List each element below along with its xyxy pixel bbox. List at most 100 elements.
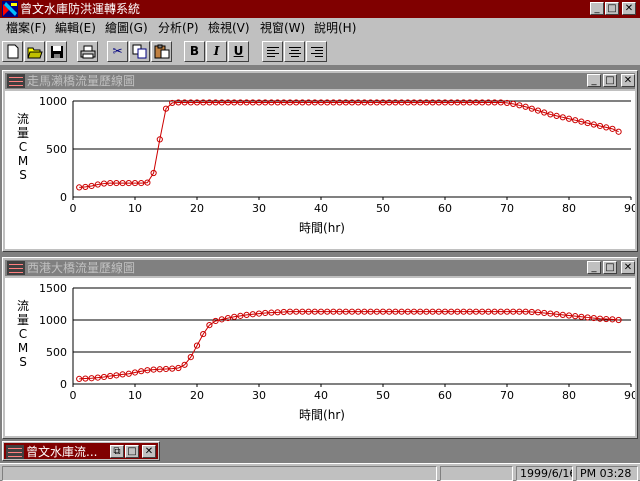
status-bar: 1999/6/16 PM 03:28 (0, 463, 640, 481)
status-panel-message (2, 466, 437, 481)
x-tick-label: 10 (128, 202, 142, 215)
x-tick-label: 50 (376, 202, 390, 215)
open-folder-icon (26, 47, 43, 59)
x-tick-label: 0 (70, 202, 77, 215)
italic-icon: I (213, 44, 220, 58)
minimized-window[interactable]: 曾文水庫流... ⧉ □ ✕ (2, 441, 160, 461)
chart-window-1-title-bar[interactable]: 走馬瀨橋流量歷線圖 _ □ ✕ (5, 73, 635, 89)
app-maximize-button[interactable]: □ (605, 2, 619, 15)
x-tick-label: 80 (562, 389, 576, 402)
chart-window-1: 走馬瀨橋流量歷線圖 _ □ ✕ 0 500 1000 0 10 20 30 40 50 60 70 8… (2, 70, 638, 252)
x-tick-label: 30 (252, 202, 266, 215)
open-button[interactable] (24, 41, 45, 62)
chart-window-icon[interactable] (7, 261, 25, 275)
scissors-icon: ✂ (112, 44, 123, 58)
y-tick-label: 500 (46, 143, 67, 156)
print-button[interactable] (77, 41, 98, 62)
menu-analysis[interactable]: 分析(P) (158, 21, 199, 35)
paste-button[interactable] (151, 41, 172, 62)
x-tick-label: 60 (438, 202, 452, 215)
bold-button[interactable]: B (184, 41, 205, 62)
x-tick-label: 20 (190, 389, 204, 402)
close-icon: ✕ (624, 3, 634, 14)
align-center-icon (288, 47, 301, 57)
maximize-icon: □ (605, 262, 615, 273)
bold-icon: B (189, 44, 200, 58)
new-file-icon (7, 44, 18, 59)
y-axis-label: 流量 C M S (17, 112, 29, 182)
y-axis-label: 流量 C M S (17, 299, 29, 369)
x-tick-label: 80 (562, 202, 576, 215)
align-left-icon (266, 47, 279, 57)
x-tick-label: 20 (190, 202, 204, 215)
flow-chart-1: 0 500 1000 0 10 20 30 40 50 60 70 80 90 時間(hr) 流量 C M S (17, 95, 635, 235)
minimized-window-close-button[interactable]: ✕ (142, 445, 156, 458)
x-tick-label: 50 (376, 389, 390, 402)
app-minimize-button[interactable]: _ (590, 2, 604, 15)
x-tick-label: 0 (70, 389, 77, 402)
chart-window-icon[interactable] (7, 74, 25, 88)
underline-button[interactable]: U (228, 41, 249, 62)
x-tick-label: 70 (500, 202, 514, 215)
restore-icon: ⧉ (113, 446, 121, 457)
app-close-button[interactable]: ✕ (622, 2, 636, 15)
close-icon: ✕ (623, 75, 633, 86)
maximize-icon: □ (607, 3, 617, 14)
chart-window-2-close-button[interactable]: ✕ (621, 261, 635, 274)
save-icon (50, 46, 63, 58)
cut-button[interactable]: ✂ (107, 41, 128, 62)
chart-window-2-title: 西港大橋流量歷線圖 (27, 261, 136, 275)
chart-window-1-plot-area: 0 500 1000 0 10 20 30 40 50 60 70 80 90 時間(hr) 流量 C M S (5, 91, 635, 249)
minimize-icon: _ (591, 75, 597, 86)
toolbar: ✂ B I U (0, 38, 640, 66)
chart-window-2-minimize-button[interactable]: _ (587, 261, 601, 274)
align-left-button[interactable] (262, 41, 283, 62)
status-date: 1999/6/16 (516, 466, 573, 481)
chart-window-2-plot-area: 0 500 1000 1500 0 10 20 30 40 50 60 70 80 90 時間(hr) 流量 C… (5, 278, 635, 436)
y-tick-label: 1000 (39, 314, 67, 327)
close-icon: ✕ (144, 446, 154, 457)
flow-chart-2: 0 500 1000 1500 0 10 20 30 40 50 60 70 80 90 時間(hr) 流量 C… (17, 282, 635, 422)
x-axis-label: 時間(hr) (299, 221, 345, 235)
status-time: PM 03:28 (576, 466, 638, 481)
x-tick-label: 30 (252, 389, 266, 402)
copy-icon (132, 44, 146, 59)
status-panel-blank (440, 466, 513, 481)
underline-icon: U (233, 44, 244, 58)
y-tick-label: 1000 (39, 95, 67, 108)
y-tick-label: 500 (46, 346, 67, 359)
x-tick-label: 60 (438, 389, 452, 402)
app-system-menu-icon[interactable] (2, 1, 18, 17)
minimized-window-maximize-button[interactable]: □ (125, 445, 139, 458)
menu-graph[interactable]: 繪圖(G) (105, 21, 148, 35)
close-icon: ✕ (623, 262, 633, 273)
x-tick-label: 40 (314, 202, 328, 215)
minimized-window-restore-button[interactable]: ⧉ (110, 445, 124, 458)
y-tick-label: 0 (60, 378, 67, 391)
chart-window-2-title-bar[interactable]: 西港大橋流量歷線圖 _ □ ✕ (5, 260, 635, 276)
menu-window[interactable]: 視窗(W) (260, 21, 305, 35)
menu-help[interactable]: 說明(H) (314, 21, 356, 35)
menu-edit[interactable]: 編輯(E) (55, 21, 96, 35)
app-title-bar[interactable]: 曾文水庫防洪運轉系統 _ □ ✕ (0, 0, 640, 18)
save-button[interactable] (46, 41, 67, 62)
chart-window-1-minimize-button[interactable]: _ (587, 74, 601, 87)
menu-view[interactable]: 檢視(V) (208, 21, 250, 35)
align-right-button[interactable] (306, 41, 327, 62)
align-center-button[interactable] (284, 41, 305, 62)
chart-window-1-maximize-button[interactable]: □ (603, 74, 617, 87)
chart-window-icon[interactable] (6, 445, 24, 459)
chart-window-1-close-button[interactable]: ✕ (621, 74, 635, 87)
menu-file[interactable]: 檔案(F) (6, 21, 46, 35)
chart-window-2-maximize-button[interactable]: □ (603, 261, 617, 274)
minimize-icon: _ (594, 3, 600, 14)
minimized-window-title: 曾文水庫流... (26, 445, 98, 459)
x-tick-label: 70 (500, 389, 514, 402)
series-line (79, 101, 619, 188)
new-file-button[interactable] (2, 41, 23, 62)
printer-icon (80, 45, 95, 59)
paste-icon (154, 44, 169, 59)
copy-button[interactable] (129, 41, 150, 62)
italic-button[interactable]: I (206, 41, 227, 62)
x-tick-label: 10 (128, 389, 142, 402)
